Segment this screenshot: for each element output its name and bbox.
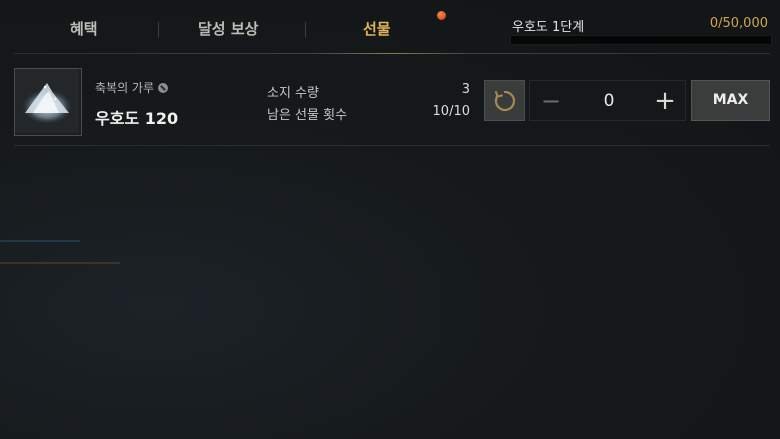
remaining-gifts-value: 10/10 (432, 104, 470, 119)
tab-gift[interactable]: 선물 (363, 18, 391, 39)
affinity-gain: 우호도 120 (95, 109, 179, 128)
tab-divider (158, 22, 159, 38)
tab-benefits[interactable]: 혜택 (70, 18, 98, 39)
reset-icon (494, 90, 516, 112)
blessing-powder-icon (15, 69, 79, 133)
reset-button[interactable] (484, 80, 525, 121)
item-name-text: 축복의 가루 (95, 81, 155, 95)
bound-icon (158, 83, 169, 93)
tab-divider (305, 22, 306, 38)
quantity-stepper: − 0 + (529, 80, 686, 121)
affinity-stage-label: 우호도 1단계 (512, 20, 585, 35)
quantity-value[interactable]: 0 (590, 91, 628, 111)
affinity-progress-bar (510, 35, 772, 45)
notification-dot (437, 11, 446, 20)
affinity-stage-value: 0/50,000 (709, 16, 768, 31)
increase-button[interactable]: + (653, 88, 677, 114)
owned-quantity-value: 3 (461, 82, 470, 97)
owned-quantity-label: 소지 수량 (267, 86, 319, 101)
item-name: 축복의 가루 (95, 79, 169, 96)
item-slot[interactable] (14, 68, 82, 136)
tab-bar: 혜택 달성 보상 선물 우호도 1단계 0/50,000 (0, 0, 780, 60)
background-decoration (0, 262, 120, 264)
tab-achievement-rewards[interactable]: 달성 보상 (198, 18, 258, 39)
max-button[interactable]: MAX (691, 80, 770, 121)
background-decoration (0, 240, 80, 242)
remaining-gifts-label: 남은 선물 횟수 (267, 108, 348, 123)
decrease-button[interactable]: − (540, 89, 562, 113)
tab-underline (14, 53, 770, 54)
row-divider (14, 145, 770, 146)
